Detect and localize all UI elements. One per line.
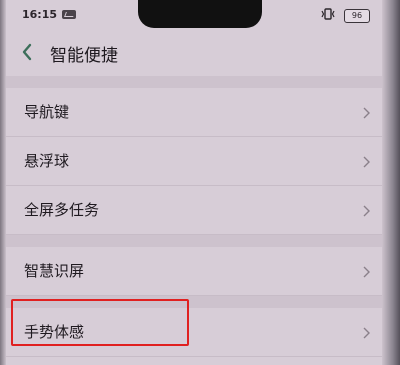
- phone-screen: 16:15 96 智能便捷 导航键 悬浮球 全屏多任务 智慧识屏 手势体感: [0, 0, 400, 365]
- camera-notch: [138, 0, 262, 28]
- chevron-right-icon: [360, 203, 372, 217]
- chevron-right-icon: [360, 154, 372, 168]
- settings-item-fullscreen-multitask[interactable]: 全屏多任务: [6, 186, 382, 235]
- battery-icon: 96: [344, 9, 370, 23]
- highlight-box: [11, 299, 189, 346]
- phone-bezel-right: [382, 0, 400, 365]
- section-divider: [6, 235, 382, 247]
- chevron-right-icon: [360, 325, 372, 339]
- phone-bezel-left: [0, 0, 6, 365]
- settings-item-label: 全屏多任务: [24, 201, 100, 219]
- settings-item-label: 智慧识屏: [24, 262, 85, 280]
- vibrate-icon: [320, 7, 336, 24]
- settings-item-label: 导航键: [24, 103, 70, 121]
- settings-item-navigation-keys[interactable]: 导航键: [6, 88, 382, 137]
- message-icon: [62, 10, 76, 19]
- back-icon[interactable]: [16, 38, 44, 66]
- section-divider: [6, 76, 382, 88]
- chevron-right-icon: [360, 105, 372, 119]
- chevron-right-icon: [360, 264, 372, 278]
- settings-item-floating-ball[interactable]: 悬浮球: [6, 137, 382, 186]
- page-header: 智能便捷: [16, 38, 376, 66]
- settings-item-label: 悬浮球: [24, 152, 70, 170]
- page-title: 智能便捷: [50, 46, 118, 66]
- status-time: 16:15: [22, 8, 58, 21]
- settings-item-smart-screen-recognition[interactable]: 智慧识屏: [6, 247, 382, 296]
